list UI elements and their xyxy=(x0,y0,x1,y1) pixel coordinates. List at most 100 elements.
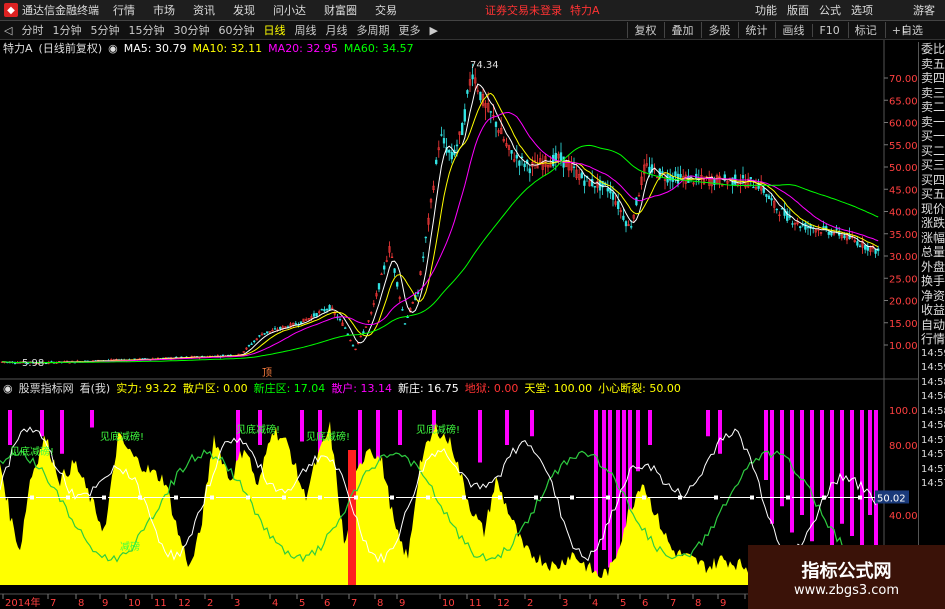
tool-adjust[interactable]: 复权 xyxy=(627,22,656,38)
side-panel-item[interactable]: 14:57 xyxy=(919,477,945,492)
side-panel-item[interactable]: 卖二 xyxy=(919,100,945,115)
candle-body xyxy=(684,174,687,184)
side-panel-item[interactable]: 涨跌 xyxy=(919,216,945,231)
period-weekly[interactable]: 周线 xyxy=(294,22,316,38)
side-panel-item[interactable]: 收益 xyxy=(919,303,945,318)
candle-body xyxy=(692,182,695,185)
side-panel-item[interactable]: 涨幅 xyxy=(919,231,945,246)
side-panel-item[interactable]: 卖三 xyxy=(919,86,945,101)
side-panel-item[interactable]: 14:58 xyxy=(919,390,945,405)
side-panel-item[interactable]: 买五 xyxy=(919,187,945,202)
side-panel-item[interactable]: 委比 xyxy=(919,42,945,57)
menu-discover[interactable]: 发现 xyxy=(233,2,255,18)
date-axis-label: 11 xyxy=(154,598,167,609)
side-panel-item[interactable]: 14:57 xyxy=(919,434,945,449)
tool-f10[interactable]: F10 xyxy=(812,23,840,37)
candle-body xyxy=(115,359,118,361)
kline-mode[interactable]: (日线前复权) xyxy=(39,40,103,56)
period-15min[interactable]: 15分钟 xyxy=(128,22,164,38)
side-panel-item[interactable]: 现价 xyxy=(919,202,945,217)
candle-body xyxy=(364,326,368,328)
candle-body xyxy=(266,331,269,334)
collapse-icon[interactable]: ◁ xyxy=(4,24,12,37)
menu-quotes[interactable]: 行情 xyxy=(113,2,135,18)
side-panel-item[interactable]: 14:57 xyxy=(919,448,945,463)
chart-canvas[interactable]: 70.00 65.00 60.00 55.00 50.00 45.00 40.00 35.00… xyxy=(0,0,918,609)
price-axis-label: 10.00 xyxy=(889,341,918,352)
menu-options[interactable]: 选项 xyxy=(851,2,873,18)
side-panel-item[interactable]: 自动 xyxy=(919,318,945,333)
period-60min[interactable]: 60分钟 xyxy=(218,22,254,38)
indicator-name[interactable]: 股票指标网 xyxy=(19,380,74,396)
side-panel-item[interactable]: 卖一 xyxy=(919,115,945,130)
period-monthly[interactable]: 月线 xyxy=(325,22,347,38)
login-alert[interactable]: 证券交易未登录 xyxy=(485,2,562,18)
tool-multistock[interactable]: 多股 xyxy=(701,22,730,38)
candle-body xyxy=(468,79,472,86)
candle-body xyxy=(832,233,836,235)
side-panel-item[interactable]: 换手 xyxy=(919,274,945,289)
menu-news[interactable]: 资讯 xyxy=(193,2,215,18)
candle-body xyxy=(853,240,856,242)
candle-body xyxy=(21,361,24,364)
side-panel-item[interactable]: 买三 xyxy=(919,158,945,173)
tool-stats[interactable]: 统计 xyxy=(738,22,767,38)
side-panel-item[interactable]: 14:58 xyxy=(919,376,945,391)
side-panel-item[interactable]: 外盘 xyxy=(919,260,945,275)
date-axis-label: 7 xyxy=(50,598,56,609)
more-arrow-icon[interactable]: ▶ xyxy=(429,24,437,37)
menu-wealth[interactable]: 财富圈 xyxy=(324,2,357,18)
side-panel-item[interactable]: 14:58 xyxy=(919,405,945,420)
candle-body xyxy=(305,319,308,321)
ma60-line xyxy=(1,144,879,363)
menu-layout[interactable]: 版面 xyxy=(787,2,809,18)
indicator-signal-label: 见底减磅! xyxy=(100,430,144,443)
user-label[interactable]: 游客 xyxy=(913,2,935,18)
candle-body xyxy=(198,357,201,359)
indicator-axis-label: 50.02 xyxy=(877,493,906,504)
side-panel-item[interactable]: 行情 xyxy=(919,332,945,347)
menu-ask[interactable]: 问小达 xyxy=(273,2,306,18)
period-more[interactable]: 更多 xyxy=(398,22,420,38)
menu-trade[interactable]: 交易 xyxy=(375,2,397,18)
period-30min[interactable]: 30分钟 xyxy=(173,22,209,38)
tool-add-favorite[interactable]: +自选 xyxy=(884,22,923,38)
side-panel-item[interactable]: 总量 xyxy=(919,245,945,260)
period-tick[interactable]: 分时 xyxy=(21,22,43,38)
tool-overlay[interactable]: 叠加 xyxy=(664,22,693,38)
ma10-line xyxy=(1,92,879,364)
side-panel-item[interactable]: 卖五 xyxy=(919,57,945,72)
candle-body xyxy=(427,217,430,225)
side-panel-item[interactable]: 14:59 xyxy=(919,361,945,376)
menu-market[interactable]: 市场 xyxy=(153,2,175,18)
candle-body xyxy=(617,201,620,210)
candle-body xyxy=(440,134,443,136)
side-panel-item[interactable]: 买四 xyxy=(919,173,945,188)
side-panel-item[interactable]: 卖四 xyxy=(919,71,945,86)
indicator-magenta-bar xyxy=(780,410,784,507)
candle-body xyxy=(182,357,186,359)
period-toolbar: ◁ 分时 1分钟 5分钟 15分钟 30分钟 60分钟 日线 周线 月线 多周期… xyxy=(0,21,945,40)
period-5min[interactable]: 5分钟 xyxy=(90,22,119,38)
candle-body xyxy=(552,154,555,167)
side-panel-item[interactable]: 净资 xyxy=(919,289,945,304)
period-daily[interactable]: 日线 xyxy=(263,22,285,38)
menu-formula[interactable]: 公式 xyxy=(819,2,841,18)
tool-mark[interactable]: 标记 xyxy=(847,22,877,38)
side-panel-item[interactable]: 买二 xyxy=(919,144,945,159)
indicator-settings-icon[interactable]: ◉ xyxy=(3,382,13,395)
kline-info-line: 特力A (日线前复权) ◉ MA5: 30.79 MA10: 32.11 MA2… xyxy=(0,40,420,56)
side-panel-item[interactable]: 14:58 xyxy=(919,419,945,434)
candle-body xyxy=(695,173,698,179)
candle-body xyxy=(13,362,17,364)
indicator-magenta-bar xyxy=(850,410,854,536)
candle-body xyxy=(455,144,459,147)
side-panel-item[interactable]: 买一 xyxy=(919,129,945,144)
side-panel-item[interactable]: 14:59 xyxy=(919,347,945,362)
side-panel-item[interactable]: 14:57 xyxy=(919,463,945,478)
period-1min[interactable]: 1分钟 xyxy=(52,22,81,38)
menu-function[interactable]: 功能 xyxy=(755,2,777,18)
period-multi[interactable]: 多周期 xyxy=(356,22,389,38)
tool-draw[interactable]: 画线 xyxy=(775,22,804,38)
ma-settings-icon[interactable]: ◉ xyxy=(108,42,118,55)
